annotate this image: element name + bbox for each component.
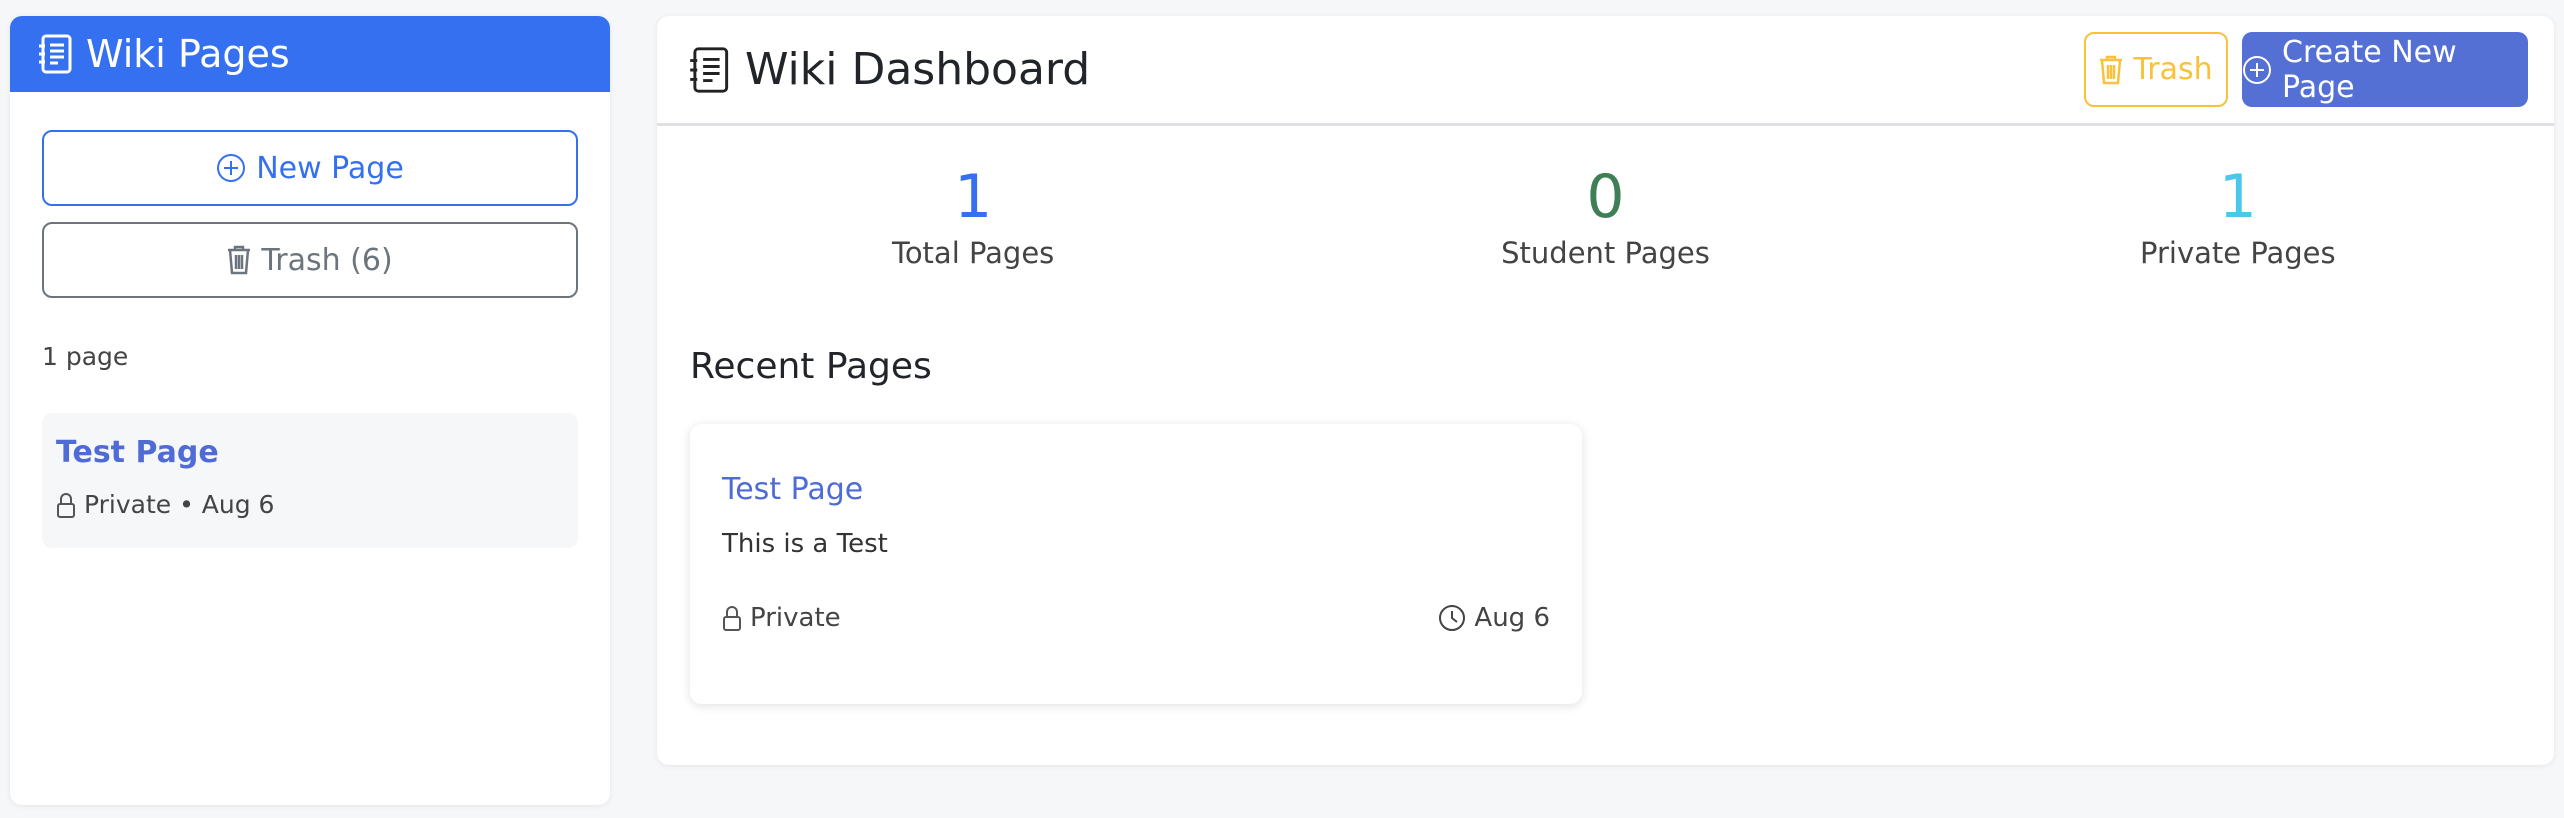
clock-icon: [1438, 604, 1466, 632]
stat-label: Private Pages: [2140, 236, 2336, 270]
stat-value: 1: [954, 162, 993, 232]
plus-circle-icon: [2242, 55, 2272, 85]
create-new-page-button[interactable]: Create New Page: [2242, 32, 2528, 107]
trash-label: Trash: [2133, 52, 2213, 87]
trash-button[interactable]: Trash (6): [42, 222, 578, 298]
trash-icon: [227, 245, 251, 275]
stat-value: 1: [2218, 162, 2257, 232]
trash-icon: [2099, 55, 2123, 85]
trash-label: Trash (6): [261, 242, 393, 278]
sidebar: Wiki Pages New Page Trash (6) 1 page Tes…: [10, 16, 610, 805]
card-title[interactable]: Test Page: [722, 472, 1550, 507]
stat-label: Student Pages: [1501, 236, 1710, 270]
card-description: This is a Test: [722, 529, 888, 559]
card-date: Aug 6: [1474, 603, 1550, 633]
stat-student-pages: 0 Student Pages: [1289, 162, 1921, 270]
recent-page-card[interactable]: Test Page This is a Test Private Aug 6: [690, 424, 1582, 704]
page-list-item[interactable]: Test Page Private • Aug 6: [42, 413, 578, 548]
sidebar-header: Wiki Pages: [10, 16, 610, 92]
stat-value: 0: [1586, 162, 1625, 232]
create-label: Create New Page: [2282, 34, 2457, 105]
card-visibility: Private: [750, 603, 841, 633]
stat-private-pages: 1 Private Pages: [1922, 162, 2554, 270]
journal-icon: [38, 34, 72, 74]
sidebar-title: Wiki Pages: [86, 32, 290, 76]
stat-total-pages: 1 Total Pages: [657, 162, 1289, 270]
dashboard-panel: Wiki Dashboard Trash Create New Page 1 To…: [657, 16, 2554, 765]
stats-row: 1 Total Pages 0 Student Pages 1 Private Pag…: [657, 162, 2554, 270]
new-page-label: New Page: [256, 150, 404, 186]
dashboard-title: Wiki Dashboard: [745, 44, 1091, 95]
plus-circle-icon: [216, 153, 246, 183]
page-count: 1 page: [42, 342, 129, 371]
dashboard-header: Wiki Dashboard Trash Create New Page: [657, 16, 2554, 126]
page-meta: Private • Aug 6: [84, 490, 275, 519]
journal-icon: [689, 46, 729, 94]
page-title[interactable]: Test Page: [56, 435, 564, 470]
stat-label: Total Pages: [892, 236, 1055, 270]
recent-pages-heading: Recent Pages: [690, 346, 932, 387]
trash-button[interactable]: Trash: [2084, 32, 2228, 107]
new-page-button[interactable]: New Page: [42, 130, 578, 206]
lock-icon: [722, 604, 742, 632]
lock-icon: [56, 491, 76, 519]
